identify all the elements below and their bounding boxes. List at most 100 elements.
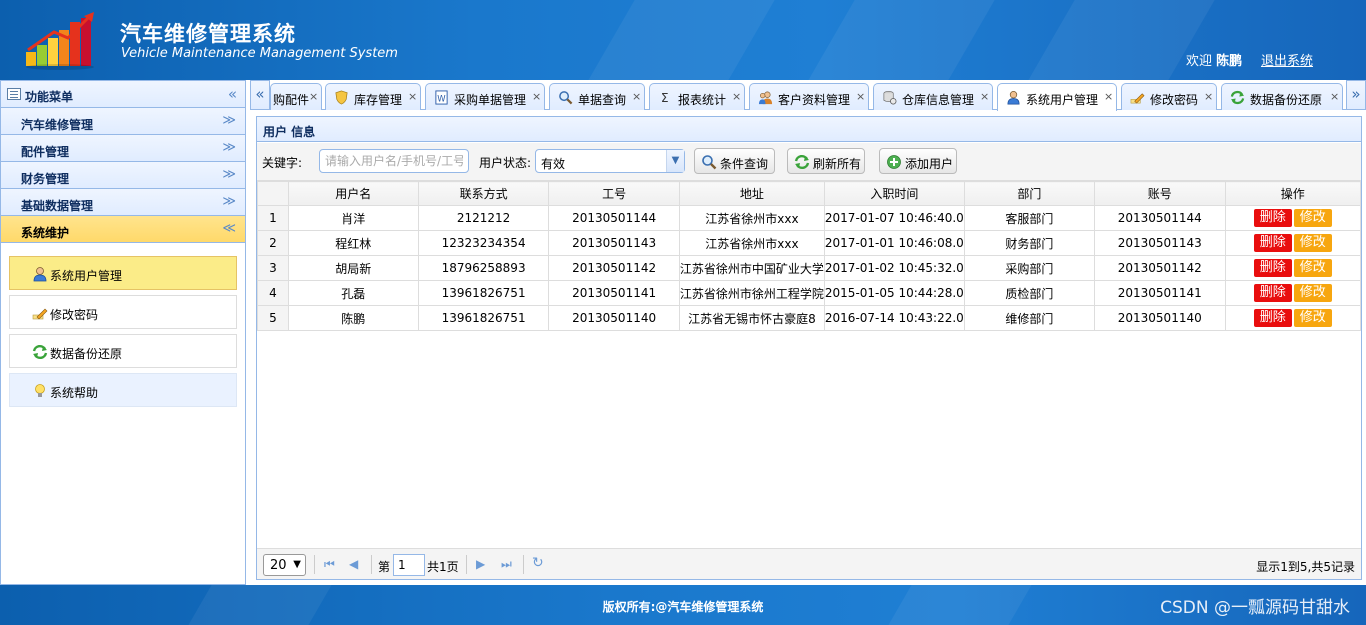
query-button[interactable]: 条件查询 [694,148,775,174]
tab-doc-query[interactable]: 单据查询 × [549,83,645,110]
column-header[interactable]: 入职时间 [823,181,965,206]
cell-username: 孔磊 [287,280,419,306]
pagination-bar: 20 ▼ ⏮ ◀ 第 1 共1页 ▶ ⏭ ↻ 显示1到5,共5记录 [257,548,1361,579]
table-row[interactable]: 3 胡局新 18796258893 20130501142 江苏省徐州市中国矿业… [257,255,1362,281]
welcome-text: 欢迎 陈鹏 [1186,50,1242,69]
delete-button[interactable]: 删除 [1253,234,1292,252]
collapse-sidebar-icon[interactable]: « [228,85,237,103]
tab-label: 购配件 [273,93,310,107]
tab-report-stats[interactable]: Σ 报表统计 × [649,83,745,110]
tab-customer-info[interactable]: 客户资料管理 × [749,83,869,110]
refresh-all-button[interactable]: 刷新所有 [787,148,865,174]
menu-section-label: 财务管理 [21,172,70,186]
menu-section-finance[interactable]: 财务管理 ≫ [1,162,245,189]
tab-close-icon[interactable]: × [980,90,989,103]
pager-divider [314,555,315,574]
tab-close-icon[interactable]: × [632,90,641,103]
refresh-icon [794,154,810,170]
sidebar-item-backup-restore[interactable]: 数据备份还原 [9,334,237,368]
tab-close-icon[interactable]: × [856,90,865,103]
menu-section-system[interactable]: 系统维护 ≪ [1,216,245,243]
table-row[interactable]: 2 程红林 12323234354 20130501143 江苏省徐州市xxx … [257,230,1362,256]
cell-account: 20130501144 [1093,205,1226,231]
cell-phone: 13961826751 [417,280,550,306]
table-row[interactable]: 5 陈鹏 13961826751 20130501140 江苏省无锡市怀古豪庭8… [257,305,1362,331]
column-header[interactable]: 工号 [548,181,680,206]
page-number-input[interactable]: 1 [393,554,425,576]
status-select[interactable]: 有效 ▼ [535,149,685,173]
menu-section-basic-data[interactable]: 基础数据管理 ≫ [1,189,245,216]
column-header[interactable]: 地址 [678,181,825,206]
tab-close-icon[interactable]: × [732,90,741,103]
edit-button[interactable]: 修改 [1293,234,1332,252]
refresh-icon [1230,90,1245,105]
watermark-text: CSDN @一瓢源码甘甜水 [1160,598,1350,618]
first-page-icon[interactable]: ⏮ [324,557,335,572]
tab-close-icon[interactable]: × [309,90,318,103]
tab-bar: « 购配件 × 库存管理 × W 采购单据管理 × 单据查询 × Σ 报表统计 … [250,80,1366,111]
column-header[interactable]: 用户名 [287,181,419,206]
tab-label: 采购单据管理 [454,93,527,107]
add-user-button[interactable]: 添加用户 [879,148,957,174]
delete-button[interactable]: 删除 [1253,209,1292,227]
chevron-down-icon[interactable]: ▼ [666,150,684,172]
tab-close-icon[interactable]: × [1330,90,1339,103]
pager-divider [523,555,524,574]
tab-warehouse-info[interactable]: 仓库信息管理 × [873,83,993,110]
users-icon [758,91,773,105]
button-label: 添加用户 [905,157,954,171]
tab-backup-restore[interactable]: 数据备份还原 × [1221,83,1343,110]
cell-phone: 12323234354 [417,230,550,256]
column-header[interactable]: 联系方式 [417,181,550,206]
delete-button[interactable]: 删除 [1253,259,1292,277]
tab-close-icon[interactable]: × [1104,90,1113,103]
edit-button[interactable]: 修改 [1293,309,1332,327]
edit-button[interactable]: 修改 [1293,259,1332,277]
tab-close-icon[interactable]: × [408,90,417,103]
tab-scroll-left[interactable]: « [250,80,270,110]
cell-phone: 13961826751 [417,305,550,331]
keyword-input[interactable] [319,149,469,173]
delete-button[interactable]: 删除 [1253,309,1292,327]
reload-icon[interactable]: ↻ [532,555,544,571]
column-header[interactable]: 部门 [963,181,1095,206]
edit-button[interactable]: 修改 [1293,284,1332,302]
tab-parts-purchase[interactable]: 购配件 × [270,83,322,110]
refresh-icon [32,344,48,360]
tab-purchase-docs[interactable]: W 采购单据管理 × [425,83,545,110]
sidebar-item-user-management[interactable]: 系统用户管理 [9,256,237,290]
menu-section-repair[interactable]: 汽车维修管理 ≫ [1,108,245,135]
edit-button[interactable]: 修改 [1293,209,1332,227]
tab-close-icon[interactable]: × [1204,90,1213,103]
logout-link[interactable]: 退出系统 [1261,50,1313,69]
delete-button[interactable]: 删除 [1253,284,1292,302]
tab-close-icon[interactable]: × [532,90,541,103]
prev-page-icon[interactable]: ◀ [349,557,358,571]
pager-divider [466,555,467,574]
header-decor [542,0,798,80]
page-size-value: 20 [270,558,287,573]
tab-change-password[interactable]: 修改密码 × [1121,83,1217,110]
tab-scroll-right[interactable]: » [1346,80,1366,110]
sidebar-item-change-password[interactable]: 修改密码 [9,295,237,329]
menu-section-label: 系统维护 [21,226,70,240]
tab-inventory[interactable]: 库存管理 × [325,83,421,110]
page-size-select[interactable]: 20 ▼ [263,554,306,576]
tab-label: 单据查询 [578,93,627,107]
button-label: 刷新所有 [813,157,862,171]
header-banner: 汽车维修管理系统 Vehicle Maintenance Management … [0,0,1366,80]
tab-system-users[interactable]: 系统用户管理 × [997,83,1117,111]
table-row[interactable]: 4 孔磊 13961826751 20130501141 江苏省徐州市徐州工程学… [257,280,1362,306]
tab-label: 系统用户管理 [1026,93,1099,107]
cell-username: 陈鹏 [287,305,419,331]
table-row[interactable]: 1 肖洋 2121212 20130501144 江苏省徐州市xxx 2017-… [257,205,1362,231]
menu-section-parts[interactable]: 配件管理 ≫ [1,135,245,162]
cell-address: 江苏省无锡市怀古豪庭8 [678,305,825,331]
row-number: 1 [257,205,289,231]
column-header[interactable]: 账号 [1093,181,1226,206]
last-page-icon[interactable]: ⏭ [501,557,512,572]
cell-address: 江苏省徐州市中国矿业大学 [678,255,825,281]
user-icon [33,267,47,282]
sidebar-item-help[interactable]: 系统帮助 [9,373,237,407]
next-page-icon[interactable]: ▶ [476,557,485,571]
